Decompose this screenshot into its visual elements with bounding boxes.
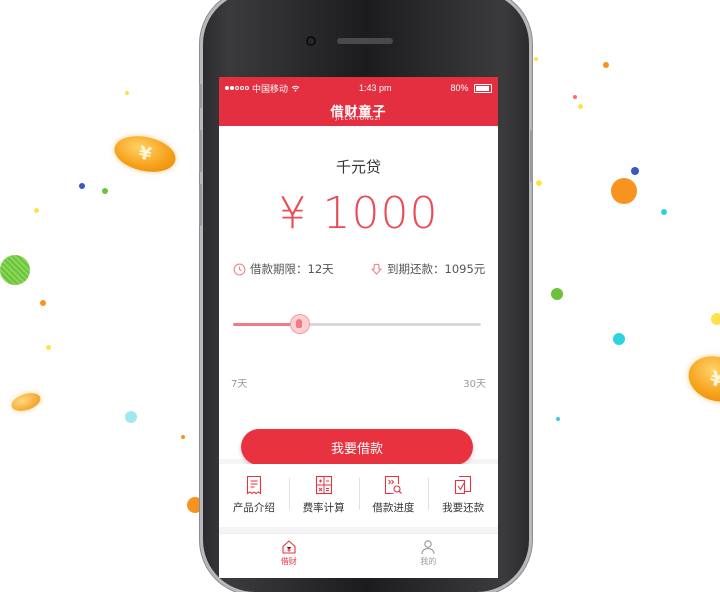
loan-term-slider[interactable] — [233, 315, 481, 335]
slider-thumb[interactable] — [290, 315, 309, 333]
confetti-dot — [573, 95, 577, 99]
status-bar: 中国移动 1:43 pm 80% — [219, 77, 498, 99]
confetti-dot — [40, 300, 46, 306]
coin-icon — [9, 389, 43, 415]
phone-side-button — [199, 184, 202, 226]
home-yuan-icon — [282, 540, 296, 554]
confetti-dot — [551, 288, 563, 300]
carrier-name: 中国移动 — [252, 83, 289, 94]
person-icon — [421, 540, 435, 555]
repay-amount-label: 到期还款：1095元 — [387, 262, 486, 276]
loan-amount: ¥ 1000 — [278, 188, 439, 239]
menu-item-repay[interactable]: 我要还款 — [428, 464, 498, 527]
confetti-dot — [661, 209, 667, 215]
confetti-dot — [187, 497, 203, 513]
calculator-icon — [315, 475, 332, 495]
coin-icon: ¥ — [682, 349, 720, 409]
confetti-dot — [125, 91, 129, 95]
app-screen: 中国移动 1:43 pm 80% 借财童子 JIECAITONGZI 千元贷 ¥… — [219, 77, 498, 578]
phone-side-button — [530, 130, 533, 182]
confetti-dot — [536, 180, 542, 186]
slider-max-label: 30天 — [463, 379, 486, 390]
confetti-dot — [125, 411, 137, 423]
product-title: 千元贷 — [335, 158, 381, 176]
menu-item-product-intro[interactable]: 产品介绍 — [219, 464, 289, 527]
confetti-dot — [102, 188, 108, 194]
signal-strength-icon — [225, 86, 249, 90]
document-return-icon — [455, 475, 472, 495]
front-camera — [306, 36, 316, 46]
app-header: 借财童子 JIECAITONGZI — [219, 99, 498, 126]
receipt-icon — [246, 475, 261, 495]
loan-term-info: 借款期限：12天 — [233, 261, 334, 277]
loan-card: 千元贷 ¥ 1000 借款期限：12天 到期还款：1095元 7天 30天 我要… — [219, 126, 498, 465]
confetti-dot — [181, 435, 185, 439]
confetti-dot — [0, 255, 30, 285]
coin-icon: ¥ — [111, 130, 179, 178]
confetti-dot — [611, 178, 637, 204]
tab-mine[interactable]: 我的 — [359, 534, 499, 578]
app-brand-subtitle: JIECAITONGZI — [335, 116, 382, 122]
menu-item-rate-calc[interactable]: 费率计算 — [288, 464, 359, 527]
menu-item-label: 我要还款 — [442, 502, 485, 514]
borrow-button[interactable]: 我要借款 — [241, 429, 473, 465]
loan-term-label: 借款期限：12天 — [250, 262, 334, 276]
confetti-dot — [46, 345, 51, 350]
confetti-dot — [603, 62, 609, 68]
confetti-dot — [534, 57, 538, 61]
tab-label: 借财 — [280, 557, 297, 566]
confetti-dot — [578, 104, 583, 109]
menu-item-label: 借款进度 — [372, 502, 415, 514]
slider-min-label: 7天 — [231, 379, 248, 390]
phone-side-button — [199, 130, 202, 172]
battery-icon — [473, 84, 492, 94]
repay-amount-info: 到期还款：1095元 — [370, 261, 485, 277]
down-arrow-icon — [371, 263, 382, 275]
battery-percent: 80% — [450, 82, 469, 93]
menu-item-label: 费率计算 — [302, 502, 345, 514]
confetti-dot — [79, 183, 85, 189]
confetti-dot — [631, 167, 639, 175]
feature-menu: 产品介绍 费率计算 借款进度 我要还款 — [219, 464, 498, 527]
confetti-dot — [613, 333, 625, 345]
progress-search-icon — [385, 475, 403, 495]
confetti-dot — [711, 313, 720, 325]
menu-item-label: 产品介绍 — [232, 502, 275, 514]
phone-side-button — [199, 84, 202, 108]
menu-item-loan-progress[interactable]: 借款进度 — [358, 464, 429, 527]
tab-borrow[interactable]: 借财 — [219, 534, 359, 578]
status-time: 1:43 pm — [358, 83, 392, 93]
bottom-tab-bar: 借财 我的 — [219, 533, 498, 578]
wifi-icon — [291, 85, 300, 92]
slider-fill — [233, 323, 300, 326]
confetti-dot — [556, 417, 560, 421]
confetti-dot — [34, 208, 39, 213]
clock-icon — [233, 263, 246, 275]
earpiece-speaker — [337, 38, 393, 44]
tab-label: 我的 — [420, 557, 437, 566]
